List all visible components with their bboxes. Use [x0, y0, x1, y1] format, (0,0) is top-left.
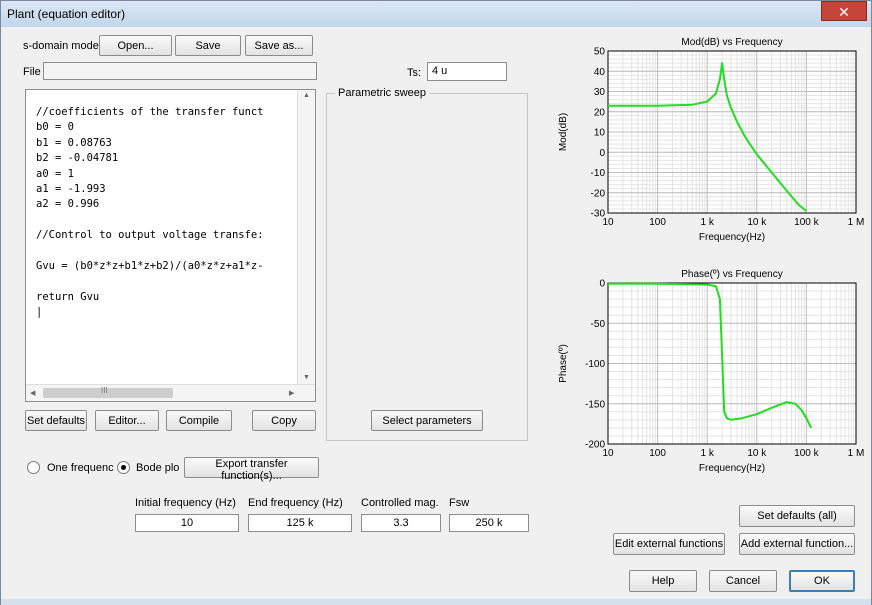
- plant-equation-editor-window: Plant (equation editor) ✕ s-domain model…: [0, 0, 872, 605]
- open-button[interactable]: Open...: [99, 35, 172, 56]
- save-as-button[interactable]: Save as...: [245, 35, 313, 56]
- y-tick-label: 0: [599, 279, 605, 290]
- end-frequency-input[interactable]: 125 k: [248, 514, 352, 532]
- end-frequency-label: End frequency (Hz): [248, 497, 343, 509]
- y-tick-label: 0: [599, 148, 605, 159]
- y-tick-label: 20: [594, 107, 606, 118]
- x-tick-label: 10 k: [747, 448, 767, 459]
- phase-bode-chart: 10 100 1 k 10 k 100 k1 M0-50-100-150-200Phas…: [558, 269, 865, 474]
- initial-frequency-label: Initial frequency (Hz): [135, 497, 236, 509]
- one-frequency-label: One frequenc: [47, 462, 114, 474]
- s-domain-model-label: s-domain model: [23, 40, 102, 52]
- compile-button[interactable]: Compile: [166, 410, 232, 431]
- scroll-grip: III: [101, 386, 108, 395]
- copy-button[interactable]: Copy: [252, 410, 316, 431]
- y-tick-label: 30: [594, 87, 606, 98]
- horizontal-scroll-thumb[interactable]: III: [43, 386, 173, 398]
- add-external-function-button[interactable]: Add external function...: [739, 533, 855, 555]
- file-label: File: [23, 66, 41, 78]
- y-tick-label: -150: [585, 399, 605, 410]
- bode-plot-label: Bode plo: [136, 462, 180, 474]
- scroll-left-arrow-icon[interactable]: ◀: [30, 389, 35, 397]
- editor-horizontal-scrollbar[interactable]: ◀ III ▶: [26, 384, 315, 401]
- editor-button[interactable]: Editor...: [95, 410, 159, 431]
- bode-plot-radio[interactable]: [117, 461, 130, 474]
- y-axis-label: Mod(dB): [558, 113, 569, 151]
- x-tick-label: 10 k: [747, 217, 767, 228]
- x-axis-label: Frequency(Hz): [699, 232, 765, 243]
- set-defaults-all-button[interactable]: Set defaults (all): [739, 505, 855, 527]
- chart-title: Mod(dB) vs Frequency: [681, 37, 782, 48]
- title-bar[interactable]: Plant (equation editor) ✕: [1, 1, 871, 27]
- help-button[interactable]: Help: [629, 570, 697, 592]
- y-tick-label: 10: [594, 128, 606, 139]
- scroll-up-arrow-icon[interactable]: ▲: [303, 92, 310, 99]
- initial-frequency-input[interactable]: 10: [135, 514, 239, 532]
- y-tick-label: -30: [591, 209, 606, 220]
- scroll-down-arrow-icon[interactable]: ▼: [303, 374, 310, 381]
- x-tick-label: 1 M: [848, 448, 865, 459]
- file-field[interactable]: [43, 62, 317, 80]
- y-tick-label: -10: [591, 168, 606, 179]
- scroll-right-arrow-icon[interactable]: ▶: [289, 389, 294, 397]
- y-tick-label: 40: [594, 67, 606, 78]
- ts-label: Ts:: [407, 67, 422, 79]
- x-axis-label: Frequency(Hz): [699, 463, 765, 474]
- fsw-label: Fsw: [449, 497, 470, 509]
- set-defaults-button[interactable]: Set defaults: [25, 410, 87, 431]
- x-tick-label: 100: [649, 217, 666, 228]
- close-button[interactable]: ✕: [821, 1, 867, 21]
- editor-vertical-scrollbar[interactable]: ▲ ▼: [297, 90, 315, 385]
- chart-title: Phase(º) vs Frequency: [681, 269, 782, 280]
- window-title: Plant (equation editor): [7, 7, 126, 21]
- x-tick-label: 1 k: [701, 217, 715, 228]
- ts-field[interactable]: 4 u: [427, 62, 507, 81]
- y-tick-label: -100: [585, 359, 605, 370]
- x-tick-label: 1 M: [848, 217, 865, 228]
- magnitude-bode-chart: 10 100 1 k 10 k 100 k1 M50403020100-10-20-30…: [558, 37, 865, 243]
- cancel-button[interactable]: Cancel: [709, 570, 777, 592]
- equation-code: //coefficients of the transfer funct b0 …: [36, 106, 264, 319]
- parametric-sweep-group: [326, 93, 528, 441]
- controlled-mag-label: Controlled mag.: [361, 497, 439, 509]
- controlled-mag-input[interactable]: 3.3: [361, 514, 441, 532]
- equation-editor-textarea[interactable]: //coefficients of the transfer funct b0 …: [25, 89, 316, 402]
- y-tick-label: -20: [591, 188, 606, 199]
- x-tick-label: 100: [649, 448, 666, 459]
- edit-external-functions-button[interactable]: Edit external functions: [613, 533, 725, 555]
- x-tick-label: 100 k: [794, 448, 819, 459]
- ok-button[interactable]: OK: [789, 570, 855, 592]
- select-parameters-button[interactable]: Select parameters: [371, 410, 483, 431]
- export-transfer-function-button[interactable]: Export transfer function(s)...: [184, 457, 319, 482]
- fsw-input[interactable]: 250 k: [449, 514, 529, 532]
- y-axis-label: Phase(º): [558, 344, 569, 383]
- save-button[interactable]: Save: [175, 35, 241, 56]
- parametric-sweep-legend: Parametric sweep: [335, 87, 430, 99]
- y-tick-label: -50: [591, 319, 606, 330]
- y-tick-label: 50: [594, 47, 606, 58]
- x-tick-label: 1 k: [701, 448, 715, 459]
- x-tick-label: 100 k: [794, 217, 819, 228]
- bottom-edge: [1, 599, 871, 605]
- one-frequency-radio[interactable]: [27, 461, 40, 474]
- y-tick-label: -200: [585, 440, 605, 451]
